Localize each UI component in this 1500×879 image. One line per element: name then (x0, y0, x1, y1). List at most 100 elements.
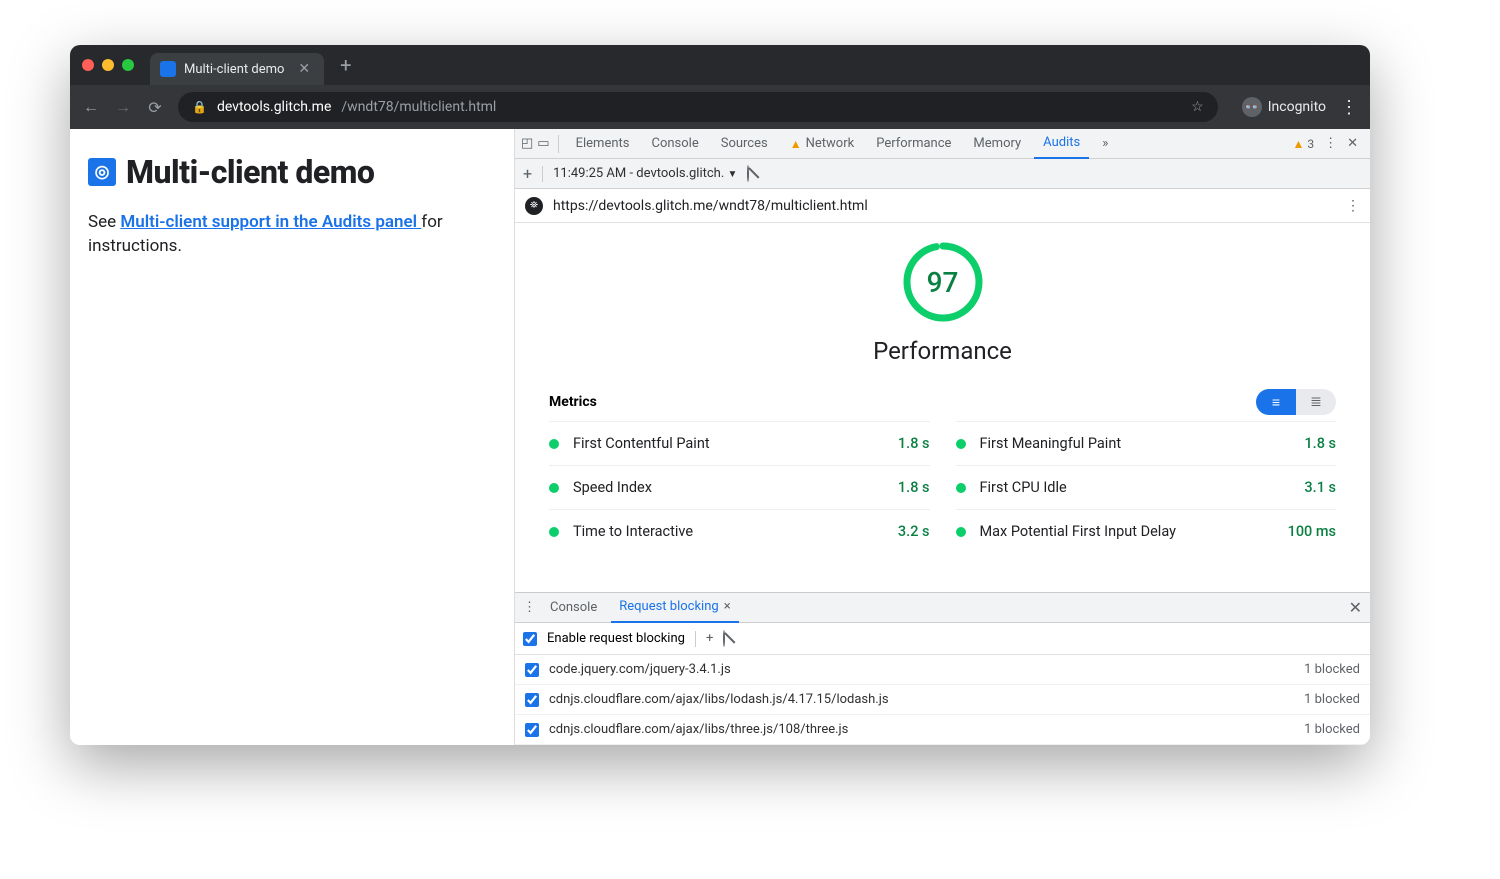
score-value: 97 (902, 241, 984, 323)
metric-row: First CPU Idle3.1 s (956, 465, 1337, 509)
blocked-patterns-list: code.jquery.com/jquery-3.4.1.js 1 blocke… (515, 655, 1370, 745)
browser-tab[interactable]: Multi-client demo ✕ (150, 53, 324, 85)
tab-performance[interactable]: Performance (867, 129, 960, 159)
warning-icon: ▲ (790, 137, 802, 151)
tab-console[interactable]: Console (642, 129, 707, 159)
pattern-text: code.jquery.com/jquery-3.4.1.js (549, 662, 731, 677)
status-dot-icon (956, 439, 966, 449)
page-intro-prefix: See (88, 212, 120, 232)
page-viewport: ◎ Multi-client demo See Multi-client sup… (70, 129, 515, 745)
blocked-pattern-row[interactable]: cdnjs.cloudflare.com/ajax/libs/three.js/… (515, 715, 1370, 745)
metric-row: First Meaningful Paint1.8 s (956, 421, 1337, 465)
blocked-pattern-row[interactable]: code.jquery.com/jquery-3.4.1.js 1 blocke… (515, 655, 1370, 685)
pattern-text: cdnjs.cloudflare.com/ajax/libs/three.js/… (549, 722, 848, 737)
status-dot-icon (549, 527, 559, 537)
clear-patterns-button[interactable] (723, 631, 725, 646)
status-dot-icon (956, 527, 966, 537)
enable-blocking-checkbox[interactable] (523, 632, 537, 646)
pattern-checkbox[interactable] (525, 723, 539, 737)
tabs-overflow-button[interactable]: » (1093, 129, 1117, 159)
audits-toolbar: + 11:49:25 AM - devtools.glitch. ▼ (515, 159, 1370, 189)
inspect-icon[interactable]: ◰ (521, 136, 533, 151)
back-button[interactable]: ← (82, 97, 100, 117)
enable-blocking-label: Enable request blocking (547, 631, 685, 646)
page-title: Multi-client demo (126, 153, 374, 191)
drawer-close-button[interactable]: ✕ (1349, 598, 1362, 617)
close-window-button[interactable] (82, 59, 94, 71)
incognito-badge: 👓 Incognito (1242, 97, 1326, 117)
tab-elements[interactable]: Elements (567, 129, 639, 159)
blocked-count: 1 blocked (1304, 692, 1360, 707)
status-dot-icon (549, 483, 559, 493)
tab-audits[interactable]: Audits (1034, 129, 1089, 159)
close-icon[interactable]: × (724, 599, 731, 614)
window-controls (82, 59, 134, 71)
browser-window: Multi-client demo ✕ + ← → ⟳ 🔒 devtools.g… (70, 45, 1370, 745)
metrics-heading: Metrics (549, 394, 597, 410)
page-link[interactable]: Multi-client support in the Audits panel (120, 212, 421, 232)
metric-row: Max Potential First Input Delay100 ms (956, 509, 1337, 553)
drawer-tab-console[interactable]: Console (542, 593, 605, 623)
reload-button[interactable]: ⟳ (146, 98, 164, 117)
star-icon[interactable]: ☆ (1191, 99, 1204, 115)
audit-run-selector[interactable]: 11:49:25 AM - devtools.glitch. ▼ (553, 166, 737, 181)
pattern-text: cdnjs.cloudflare.com/ajax/libs/lodash.js… (549, 692, 889, 707)
status-dot-icon (956, 483, 966, 493)
audits-report: 97 Performance Metrics ≡ ≣ First Content… (515, 223, 1370, 592)
address-bar: ← → ⟳ 🔒 devtools.glitch.me/wndt78/multic… (70, 85, 1370, 129)
add-pattern-button[interactable]: + (706, 631, 713, 646)
page-intro: See Multi-client support in the Audits p… (88, 211, 496, 259)
view-toggle-compact[interactable]: ≡ (1256, 389, 1296, 415)
audited-url: https://devtools.glitch.me/wndt78/multic… (553, 198, 868, 214)
lighthouse-icon: ⛯ (525, 197, 543, 215)
metric-row: Speed Index1.8 s (549, 465, 930, 509)
new-tab-button[interactable]: + (340, 53, 351, 77)
clear-audit-button[interactable] (747, 166, 749, 181)
pattern-checkbox[interactable] (525, 663, 539, 677)
url-host: devtools.glitch.me (217, 99, 331, 115)
devtools-settings-icon[interactable]: ⋮ (1324, 136, 1337, 151)
clear-icon (747, 165, 749, 182)
blocked-pattern-row[interactable]: cdnjs.cloudflare.com/ajax/libs/lodash.js… (515, 685, 1370, 715)
blocked-count: 1 blocked (1304, 722, 1360, 737)
drawer-tab-request-blocking[interactable]: Request blocking× (611, 593, 738, 623)
request-blocking-toolbar: Enable request blocking + (515, 623, 1370, 655)
tab-memory[interactable]: Memory (964, 129, 1030, 159)
title-bar: Multi-client demo ✕ + (70, 45, 1370, 85)
incognito-icon: 👓 (1242, 97, 1262, 117)
minimize-window-button[interactable] (102, 59, 114, 71)
device-toggle-icon[interactable]: ▭ (537, 136, 549, 151)
drawer-menu-icon[interactable]: ⋮ (523, 600, 536, 615)
status-dot-icon (549, 439, 559, 449)
tab-network[interactable]: ▲Network (781, 129, 864, 159)
incognito-label: Incognito (1268, 99, 1326, 115)
devtools-tabs: ◰ ▭ Elements Console Sources ▲Network Pe… (515, 129, 1370, 159)
page-logo-icon: ◎ (88, 158, 116, 186)
tab-sources[interactable]: Sources (712, 129, 777, 159)
audits-url-bar: ⛯ https://devtools.glitch.me/wndt78/mult… (515, 189, 1370, 223)
browser-menu-button[interactable]: ⋮ (1340, 97, 1358, 118)
dropdown-caret-icon: ▼ (728, 169, 738, 180)
clear-icon (723, 630, 725, 647)
new-audit-button[interactable]: + (523, 164, 532, 183)
devtools-drawer: ⋮ Console Request blocking× ✕ Enable req… (515, 592, 1370, 745)
metrics-view-toggle[interactable]: ≡ ≣ (1256, 389, 1336, 415)
forward-button[interactable]: → (114, 97, 132, 117)
pattern-checkbox[interactable] (525, 693, 539, 707)
tab-favicon (160, 61, 176, 77)
audits-url-menu[interactable]: ⋮ (1346, 198, 1360, 214)
metric-row: First Contentful Paint1.8 s (549, 421, 930, 465)
devtools-close-icon[interactable]: ✕ (1347, 136, 1358, 151)
warning-icon: ▲ (1292, 137, 1304, 151)
view-toggle-expanded[interactable]: ≣ (1296, 389, 1336, 415)
devtools-panel: ◰ ▭ Elements Console Sources ▲Network Pe… (515, 129, 1370, 745)
lock-icon: 🔒 (192, 100, 207, 114)
maximize-window-button[interactable] (122, 59, 134, 71)
content-area: ◎ Multi-client demo See Multi-client sup… (70, 129, 1370, 745)
warnings-indicator[interactable]: ▲3 (1292, 137, 1314, 151)
url-field[interactable]: 🔒 devtools.glitch.me/wndt78/multiclient.… (178, 92, 1218, 122)
metrics-grid: First Contentful Paint1.8 s Speed Index1… (549, 421, 1336, 553)
score-gauge: 97 Performance (549, 241, 1336, 365)
tab-close-icon[interactable]: ✕ (298, 61, 310, 77)
score-category: Performance (873, 337, 1012, 365)
